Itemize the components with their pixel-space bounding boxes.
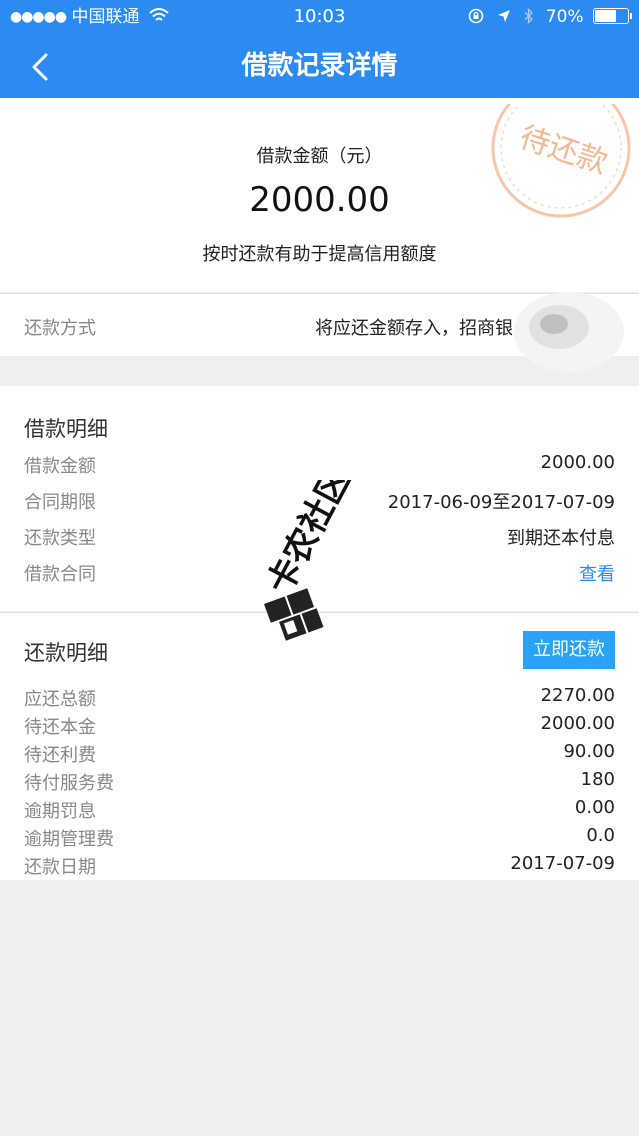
repay-detail-value: 180 <box>580 769 615 790</box>
nav-bar: 借款记录详情 <box>0 34 639 98</box>
repay-detail-label: 还款日期 <box>24 857 96 878</box>
repay-detail-label: 待还本金 <box>24 717 96 738</box>
loan-detail-section: 借款明细 借款金额 2000.00 合同期限 2017-06-09至2017-0… <box>0 386 639 611</box>
bluetooth-icon <box>524 7 534 25</box>
repay-detail-row: 待还利费 90.00 <box>0 741 639 767</box>
smudge-overlay <box>514 292 624 372</box>
back-button[interactable] <box>28 52 54 82</box>
repay-detail-section: 还款明细 立即还款 应还总额 2270.00 待还本金 2000.00 待还利费… <box>0 612 639 880</box>
loan-detail-value: 2017-06-09至2017-07-09 <box>387 492 615 513</box>
repay-detail-row: 待还本金 2000.00 <box>0 713 639 739</box>
repay-detail-value: 90.00 <box>563 741 615 762</box>
loan-detail-value: 到期还本付息 <box>507 528 615 549</box>
loan-detail-label: 还款类型 <box>24 528 96 549</box>
repay-method-label: 还款方式 <box>24 318 96 339</box>
repay-now-button[interactable]: 立即还款 <box>523 631 615 669</box>
repay-detail-row: 应还总额 2270.00 <box>0 685 639 711</box>
pending-repayment-stamp: 待还款 <box>491 104 631 218</box>
battery-percent: 70% <box>545 7 584 27</box>
loan-detail-row: 还款类型 到期还本付息 <box>0 524 639 552</box>
orientation-lock-icon <box>468 8 483 24</box>
loan-detail-label: 借款合同 <box>24 564 96 585</box>
repay-detail-row: 还款日期 2017-07-09 <box>0 853 639 879</box>
repay-detail-row: 逾期罚息 0.00 <box>0 797 639 823</box>
credit-tip: 按时还款有助于提高信用额度 <box>202 244 437 265</box>
loan-summary: 借款金额（元） 2000.00 按时还款有助于提高信用额度 待还款 <box>0 98 639 292</box>
repay-detail-title: 还款明细 <box>24 641 108 665</box>
chevron-left-icon <box>32 53 48 81</box>
repay-detail-value: 2270.00 <box>540 685 615 706</box>
battery-icon <box>593 8 632 24</box>
repay-detail-label: 应还总额 <box>24 689 96 710</box>
repay-detail-value: 2017-07-09 <box>510 853 615 874</box>
repay-detail-row: 待付服务费 180 <box>0 769 639 795</box>
loan-detail-row: 借款金额 2000.00 <box>0 452 639 480</box>
repay-method-row: 还款方式 将应还金额存入，招商银 <box>0 292 639 372</box>
stamp-text: 待还款 <box>515 120 611 181</box>
location-icon <box>497 10 510 22</box>
loan-detail-row: 合同期限 2017-06-09至2017-07-09 <box>0 488 639 516</box>
repay-detail-label: 待还利费 <box>24 745 96 766</box>
loan-detail-row: 借款合同 查看 <box>0 560 639 588</box>
view-contract-link[interactable]: 查看 <box>579 560 615 586</box>
status-right: 70% <box>468 0 632 34</box>
loan-detail-value: 2000.00 <box>540 452 615 473</box>
repay-detail-value: 2000.00 <box>540 713 615 734</box>
status-bar: ●●●●● 中国联通 10:03 70% <box>0 0 639 34</box>
loan-detail-label: 借款金额 <box>24 456 96 477</box>
repay-detail-label: 逾期管理费 <box>24 829 114 850</box>
repay-detail-row: 逾期管理费 0.0 <box>0 825 639 851</box>
repay-detail-label: 待付服务费 <box>24 773 114 794</box>
repay-detail-value: 0.0 <box>586 825 615 846</box>
app-header: ●●●●● 中国联通 10:03 70% 借款记录详情 <box>0 0 639 98</box>
repay-detail-value: 0.00 <box>574 797 615 818</box>
repay-method-value: 将应还金额存入，招商银 <box>315 318 513 339</box>
repay-detail-label: 逾期罚息 <box>24 801 96 822</box>
page-title: 借款记录详情 <box>241 51 398 81</box>
loan-detail-title: 借款明细 <box>24 417 108 441</box>
loan-detail-label: 合同期限 <box>24 492 96 513</box>
